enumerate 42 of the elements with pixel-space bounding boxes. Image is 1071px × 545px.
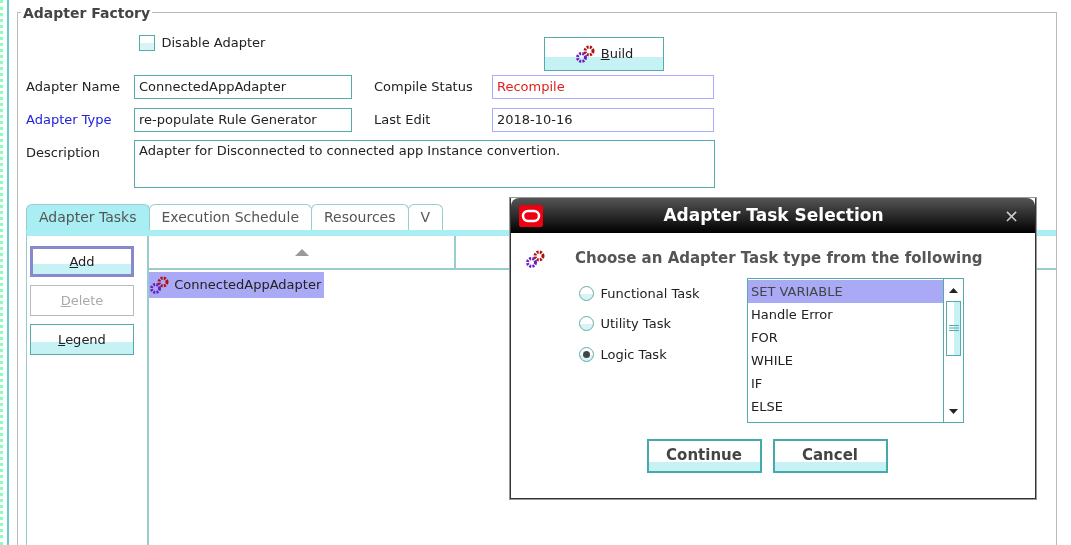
task-button[interactable]: Add — [30, 246, 134, 277]
field-label: Adapter Type — [26, 111, 113, 129]
tab[interactable]: Adapter Tasks — [26, 204, 150, 230]
list-item[interactable]: IF — [748, 371, 943, 395]
field-label: Adapter Name — [26, 78, 122, 96]
dialog-button[interactable]: Continue — [646, 438, 762, 473]
text-field[interactable]: 2018-10-16 — [492, 108, 714, 132]
dialog-button[interactable]: Cancel — [772, 438, 888, 473]
list-item[interactable]: FOR — [748, 325, 943, 349]
table-row[interactable]: ConnectedAppAdapter — [149, 272, 325, 298]
text-field[interactable]: re-populate Rule Generator — [134, 108, 352, 132]
close-button[interactable]: × — [1003, 202, 1019, 229]
checkbox[interactable] — [139, 34, 155, 51]
radio-label: Utility Task — [600, 315, 671, 333]
list-item[interactable]: WHILE — [748, 348, 943, 372]
checkbox-label: Disable Adapter — [161, 34, 266, 52]
logo-icon — [519, 204, 543, 227]
field-label: Description — [26, 144, 102, 162]
gears-icon — [525, 248, 547, 269]
field-label: Last Edit — [373, 111, 432, 129]
dialog-title: Adapter Task Selection — [662, 203, 885, 227]
radio-button[interactable] — [579, 316, 594, 332]
radio-label: Logic Task — [600, 345, 667, 364]
description-field[interactable]: Adapter for Disconnected to connected app Instance convertion. — [134, 140, 715, 188]
scrollbar[interactable] — [943, 278, 963, 422]
list-item[interactable]: Handle Error — [748, 302, 943, 326]
tab[interactable]: V — [407, 204, 444, 230]
table-cell-text: ConnectedAppAdapter — [174, 276, 322, 295]
text-field[interactable]: Recompile — [492, 75, 714, 99]
build-button[interactable]: Build — [544, 37, 665, 71]
task-button[interactable]: Legend — [30, 324, 134, 355]
radio-label: Functional Task — [600, 284, 700, 303]
scroll-thumb[interactable] — [946, 300, 961, 356]
gears-icon — [149, 275, 171, 295]
radio-button[interactable] — [579, 346, 594, 362]
radio-button[interactable] — [579, 285, 594, 301]
dialog-prompt: Choose an Adapter Task type from the following — [575, 248, 983, 269]
text-field[interactable]: ConnectedAppAdapter — [134, 75, 352, 99]
field-label: Compile Status — [373, 78, 474, 96]
list-item[interactable]: SET VARIABLE — [748, 279, 943, 303]
task-type-list[interactable]: SET VARIABLE Handle Error FOR WHILE IF ELSE — [747, 277, 964, 423]
list-item[interactable]: ELSE — [748, 394, 943, 418]
